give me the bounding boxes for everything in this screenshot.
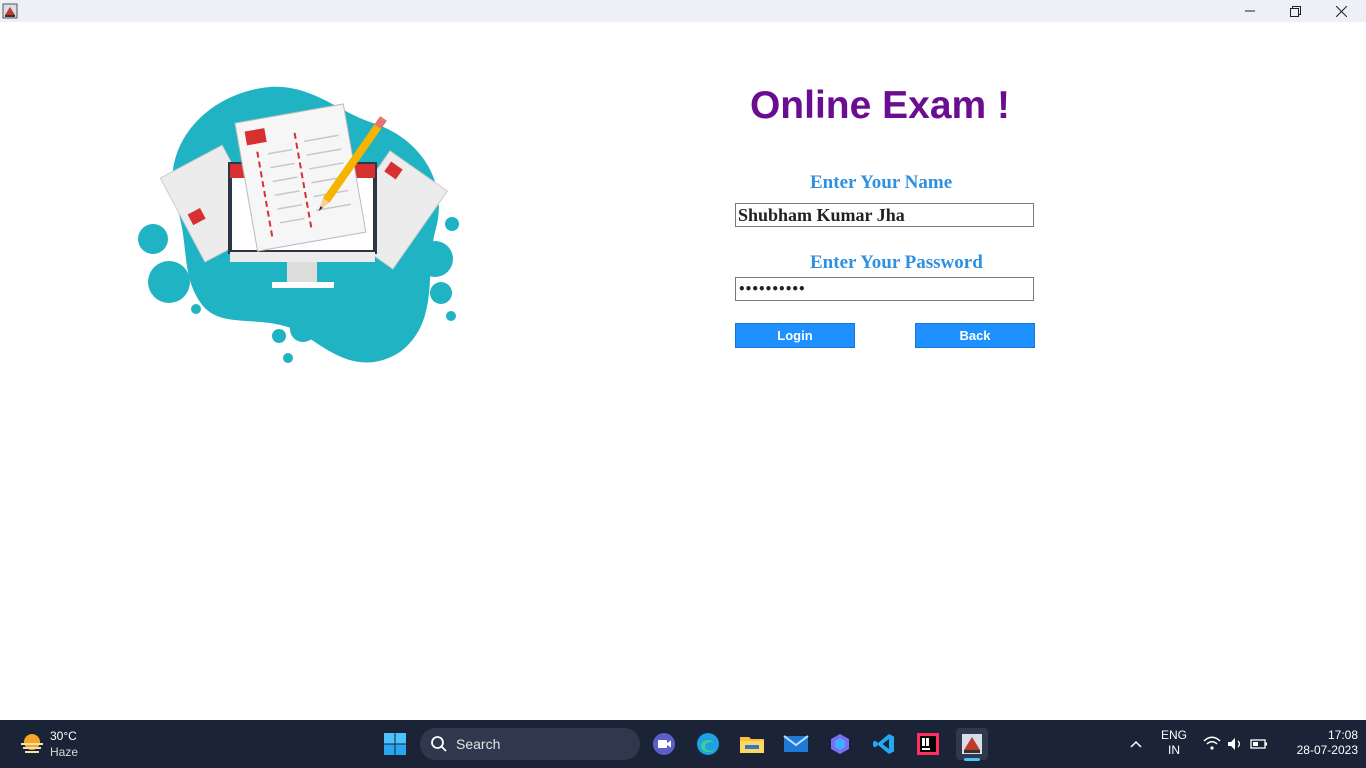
mail-icon <box>783 735 809 752</box>
taskbar-intellij[interactable] <box>912 728 944 760</box>
region-code: IN <box>1168 743 1180 757</box>
edge-icon <box>697 733 719 755</box>
meet-icon <box>653 733 675 755</box>
close-button[interactable] <box>1318 0 1364 22</box>
weather-temp: 30°C <box>50 729 77 743</box>
copilot-icon <box>831 734 849 754</box>
battery-icon <box>1250 739 1267 749</box>
clock[interactable]: 17:08 28-07-2023 <box>1278 728 1358 760</box>
wifi-icon <box>1203 736 1221 750</box>
name-label: Enter Your Name <box>810 172 953 193</box>
taskbar-file-explorer[interactable] <box>736 728 768 760</box>
name-input[interactable]: Shubham Kumar Jha <box>735 203 1034 227</box>
start-button[interactable] <box>379 728 411 760</box>
language-indicator[interactable]: ENG IN <box>1156 728 1192 760</box>
windows-start-icon <box>384 733 406 755</box>
system-tray[interactable] <box>1200 732 1272 756</box>
login-panel: Online Exam ! Enter Your Name Shubham Ku… <box>0 22 1366 720</box>
restore-button[interactable] <box>1272 0 1318 22</box>
login-button[interactable]: Login <box>735 323 855 348</box>
chevron-up-icon <box>1130 740 1142 748</box>
vscode-icon <box>873 734 894 754</box>
intellij-icon <box>917 733 939 755</box>
back-button[interactable]: Back <box>915 323 1035 348</box>
exam-illustration <box>138 86 459 363</box>
taskbar-vscode[interactable] <box>868 728 900 760</box>
search-label: Search <box>456 736 501 752</box>
minimize-icon <box>1245 10 1255 12</box>
password-input[interactable]: •••••••••• <box>735 277 1034 301</box>
file-explorer-icon <box>740 737 764 753</box>
java-app-icon <box>962 734 982 754</box>
java-app-icon <box>2 3 18 19</box>
taskbar-search[interactable]: Search <box>420 728 640 760</box>
page-title: Online Exam ! <box>749 84 1011 127</box>
show-hidden-icons-button[interactable] <box>1120 728 1152 760</box>
weather-widget[interactable]: 30°C Haze <box>14 726 104 762</box>
taskbar-java-app[interactable] <box>956 728 988 761</box>
taskbar-edge[interactable] <box>692 728 724 760</box>
taskbar-copilot[interactable] <box>824 728 856 760</box>
search-icon <box>431 736 447 752</box>
taskbar-meet[interactable] <box>648 728 680 760</box>
clock-date: 28-07-2023 <box>1296 743 1358 757</box>
window-titlebar <box>0 0 1366 22</box>
taskbar: 30°C Haze Search ENG IN 17:08 28-07-2023 <box>0 720 1366 768</box>
weather-condition: Haze <box>50 745 79 759</box>
close-icon <box>1335 5 1347 17</box>
language-code: ENG <box>1160 728 1187 742</box>
clock-time: 17:08 <box>1327 728 1358 742</box>
minimize-button[interactable] <box>1227 0 1273 22</box>
active-app-indicator <box>964 758 980 761</box>
taskbar-mail[interactable] <box>780 728 812 760</box>
haze-icon <box>21 734 43 753</box>
restore-icon <box>1289 5 1301 17</box>
volume-icon <box>1228 738 1241 750</box>
password-label: Enter Your Password <box>810 252 983 273</box>
